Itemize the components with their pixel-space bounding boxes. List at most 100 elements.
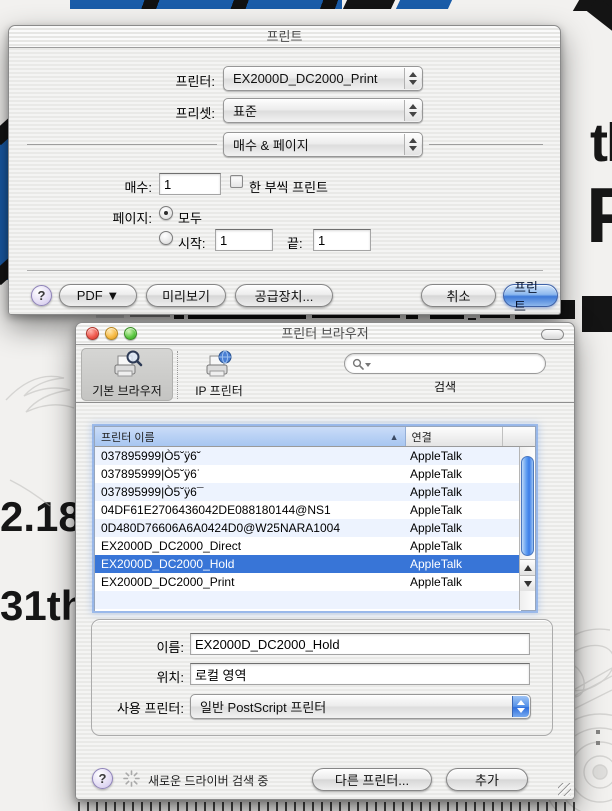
connection-cell: AppleTalk bbox=[404, 485, 462, 499]
collate-checkbox[interactable] bbox=[230, 175, 243, 188]
search-input[interactable] bbox=[367, 356, 537, 372]
add-button-label: 추가 bbox=[475, 770, 499, 789]
printer-globe-icon bbox=[202, 348, 236, 382]
search-scope-caret-icon bbox=[365, 363, 371, 367]
print-using-popup[interactable]: 일반 PostScript 프린터 bbox=[190, 694, 531, 719]
printer-name-cell: 037895999|Ò5˘ÿ6¯ bbox=[95, 485, 404, 499]
minimize-button[interactable] bbox=[105, 327, 118, 340]
collate-label: 한 부씩 프린트 bbox=[249, 177, 328, 196]
desktop: th P 2.18~ 31th bbox=[0, 0, 612, 811]
column-header-printer-name[interactable]: 프린터 이름 ▲ bbox=[95, 427, 406, 446]
search-icon bbox=[352, 358, 364, 370]
printer-table-body: 037895999|Ò5˘ÿ6˘ AppleTalk 037895999|Ò5˘… bbox=[95, 447, 521, 611]
stepper-icon bbox=[404, 134, 421, 155]
table-row[interactable]: EX2000D_DC2000_Print AppleTalk bbox=[95, 573, 521, 591]
browser-titlebar[interactable]: 프린터 브라우저 bbox=[76, 323, 574, 345]
sort-ascending-icon: ▲ bbox=[390, 432, 399, 442]
help-label: ? bbox=[38, 288, 46, 303]
table-row[interactable]: 04DF61E2706436042DE088180144@NS1 AppleTa… bbox=[95, 501, 521, 519]
printer-name-cell: EX2000D_DC2000_Hold bbox=[95, 557, 404, 571]
search-field[interactable] bbox=[344, 353, 546, 374]
print-using-label: 사용 프린터: bbox=[92, 698, 184, 717]
more-printers-button[interactable]: 다른 프린터... bbox=[312, 768, 432, 791]
connection-cell: AppleTalk bbox=[404, 467, 462, 481]
pages-from-radio[interactable] bbox=[159, 231, 173, 245]
pane-popup[interactable]: 매수 & 페이지 bbox=[223, 132, 423, 157]
connection-cell: AppleTalk bbox=[404, 539, 462, 553]
print-using-value: 일반 PostScript 프린터 bbox=[200, 697, 326, 716]
printer-name-cell: 04DF61E2706436042DE088180144@NS1 bbox=[95, 503, 404, 517]
table-row[interactable]: EX2000D_DC2000_Direct AppleTalk bbox=[95, 537, 521, 555]
pages-to-input[interactable] bbox=[313, 229, 371, 251]
add-button[interactable]: 추가 bbox=[446, 768, 528, 791]
browser-help-button[interactable]: ? bbox=[92, 768, 113, 789]
pages-to-label: 끝: bbox=[287, 233, 303, 252]
name-input[interactable] bbox=[190, 633, 530, 655]
connection-cell: AppleTalk bbox=[404, 521, 462, 535]
pages-from-label: 시작: bbox=[178, 233, 206, 252]
print-button[interactable]: 프린트 bbox=[503, 284, 558, 307]
copies-label: 매수: bbox=[9, 177, 152, 196]
print-dialog-window: 프린트 프린터: EX2000D_DC2000_Print 프리셋: 표준 매수… bbox=[8, 25, 561, 315]
tab-ip-printer-label: IP 프린터 bbox=[195, 382, 243, 399]
connection-cell: AppleTalk bbox=[404, 575, 462, 589]
tab-ip-printer[interactable]: IP 프린터 bbox=[183, 348, 255, 401]
table-row[interactable]: 037895999|Ò5˘ÿ6¯ AppleTalk bbox=[95, 483, 521, 501]
pane-divider-right bbox=[429, 144, 543, 145]
table-row[interactable]: 0D480D76606A6A0424D0@W25NARA1004 AppleTa… bbox=[95, 519, 521, 537]
scroll-down-button[interactable] bbox=[520, 575, 535, 591]
driver-search-status: 새로운 드라이버 검색 중 bbox=[148, 772, 268, 789]
browser-title: 프린터 브라우저 bbox=[281, 326, 368, 341]
printer-name-cell: EX2000D_DC2000_Direct bbox=[95, 539, 404, 553]
printer-details-groupbox: 이름: 위치: 사용 프린터: 일반 PostScript 프린터 bbox=[91, 619, 553, 736]
preview-button-label: 미리보기 bbox=[162, 286, 210, 305]
table-row[interactable]: 037895999|Ò5˘ÿ6˙ AppleTalk bbox=[95, 465, 521, 483]
preset-popup[interactable]: 표준 bbox=[223, 98, 423, 123]
connection-cell: AppleTalk bbox=[404, 503, 462, 517]
preview-button[interactable]: 미리보기 bbox=[146, 284, 226, 307]
location-input[interactable] bbox=[190, 663, 530, 685]
scroll-up-button[interactable] bbox=[520, 559, 535, 575]
printer-search-icon bbox=[110, 348, 144, 382]
printer-label: 프린터: bbox=[9, 71, 215, 90]
tab-default-browser[interactable]: 기본 브라우저 bbox=[81, 348, 173, 401]
pdf-button-label: PDF ▼ bbox=[77, 288, 119, 303]
pages-all-radio[interactable] bbox=[159, 206, 173, 220]
scrollbar-thumb[interactable] bbox=[521, 456, 534, 556]
more-printers-label: 다른 프린터... bbox=[335, 770, 409, 789]
column-header-connection[interactable]: 연결 bbox=[406, 427, 504, 446]
resize-grip[interactable] bbox=[558, 783, 571, 796]
pdf-menu-button[interactable]: PDF ▼ bbox=[59, 284, 137, 307]
table-row[interactable]: EX2000D_DC2000_Hold AppleTalk bbox=[95, 555, 521, 573]
copies-input[interactable] bbox=[159, 173, 221, 195]
supplies-button[interactable]: 공급장치... bbox=[235, 284, 333, 307]
help-button[interactable]: ? bbox=[31, 285, 52, 306]
print-button-label: 프린트 bbox=[514, 277, 547, 315]
printer-name-cell: 037895999|Ò5˘ÿ6˘ bbox=[95, 449, 404, 463]
connection-cell: AppleTalk bbox=[404, 449, 462, 463]
pages-from-input[interactable] bbox=[215, 229, 273, 251]
close-button[interactable] bbox=[86, 327, 99, 340]
cancel-button[interactable]: 취소 bbox=[421, 284, 496, 307]
printer-popup[interactable]: EX2000D_DC2000_Print bbox=[223, 66, 423, 91]
toolbar-toggle-button[interactable] bbox=[541, 329, 564, 340]
supplies-button-label: 공급장치... bbox=[255, 286, 314, 305]
stepper-icon bbox=[404, 100, 421, 121]
pages-all-label: 모두 bbox=[178, 208, 202, 227]
printer-browser-window: 프린터 브라우저 기본 브라우저 bbox=[75, 322, 575, 800]
printer-name-cell: 037895999|Ò5˘ÿ6˙ bbox=[95, 467, 404, 481]
column-header-filler bbox=[503, 427, 535, 446]
zoom-button[interactable] bbox=[124, 327, 137, 340]
print-dialog-titlebar[interactable]: 프린트 bbox=[9, 26, 560, 48]
tab-default-browser-label: 기본 브라우저 bbox=[92, 382, 162, 399]
table-row[interactable]: 037895999|Ò5˘ÿ6˘ AppleTalk bbox=[95, 447, 521, 465]
pages-label: 페이지: bbox=[9, 208, 152, 227]
location-label: 위치: bbox=[92, 667, 184, 686]
browser-help-label: ? bbox=[99, 771, 107, 786]
search-label: 검색 bbox=[344, 378, 546, 395]
film-tick-strip bbox=[78, 802, 576, 811]
pane-divider-left bbox=[27, 144, 217, 145]
connection-cell: AppleTalk bbox=[404, 557, 462, 571]
vertical-scrollbar[interactable] bbox=[519, 447, 535, 610]
printer-table-header: 프린터 이름 ▲ 연결 bbox=[95, 427, 535, 447]
